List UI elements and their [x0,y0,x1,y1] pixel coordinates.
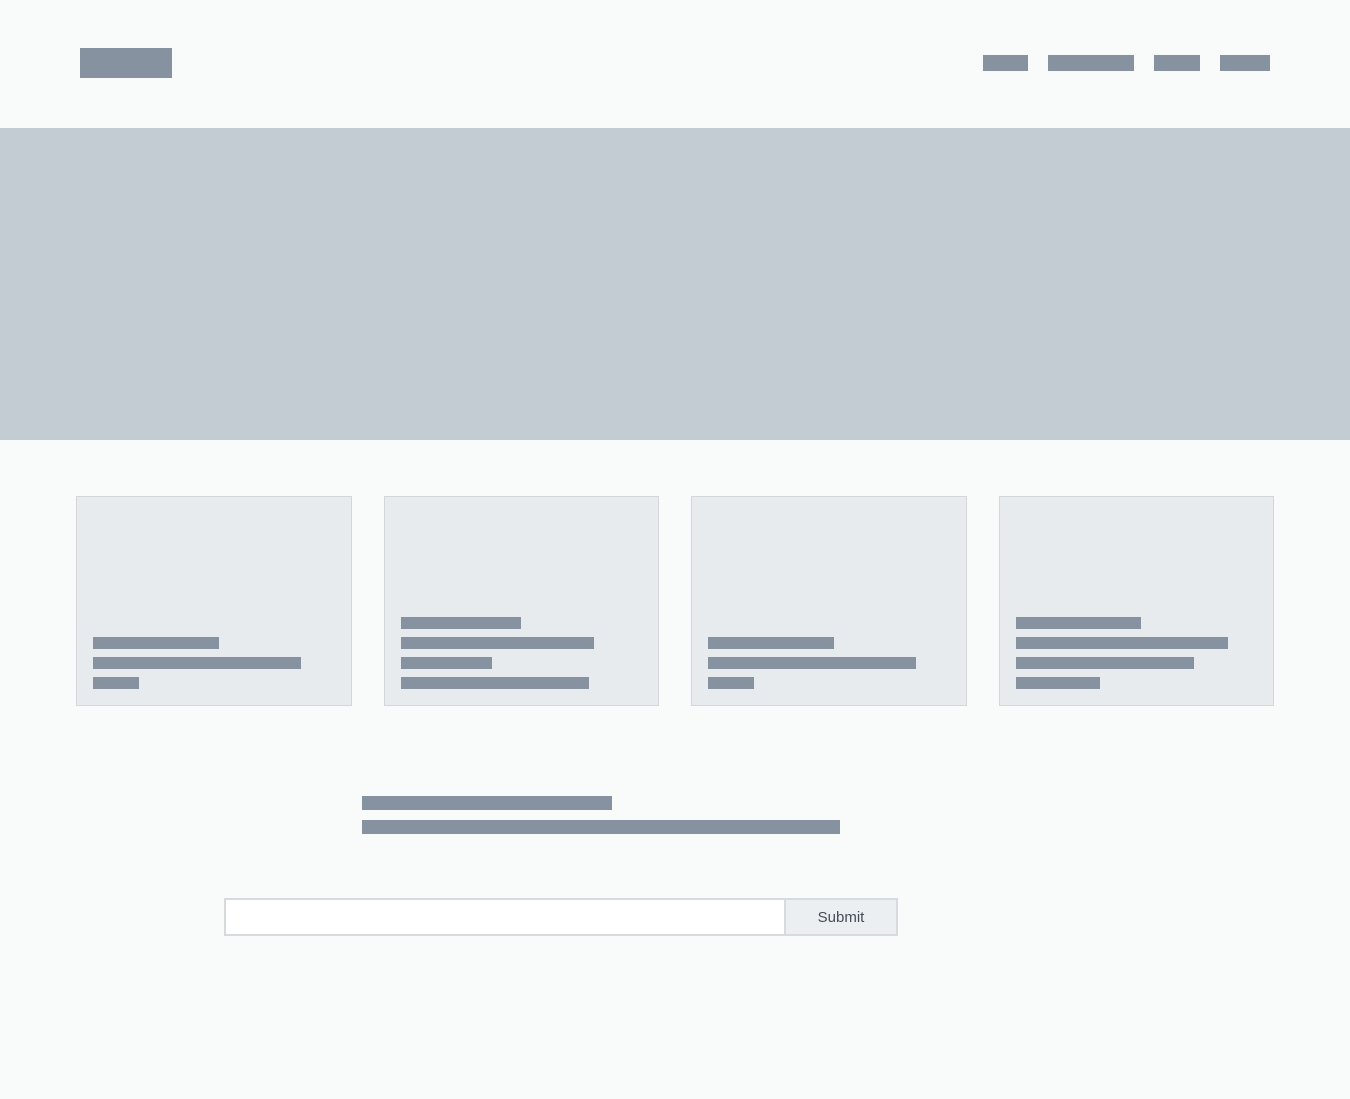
card-text-placeholder [401,617,643,689]
nav-item-3[interactable] [1154,55,1200,71]
form-row: Submit [0,898,1350,936]
card-text-placeholder [1016,617,1258,689]
header [0,0,1350,128]
card-4[interactable] [999,496,1275,706]
card-1[interactable] [76,496,352,706]
nav-item-2[interactable] [1048,55,1134,71]
section-text-placeholder [0,796,1350,844]
card-3[interactable] [691,496,967,706]
nav-item-1[interactable] [983,55,1028,71]
text-input[interactable] [224,898,786,936]
logo-placeholder [80,48,172,78]
top-nav [983,55,1270,71]
card-text-placeholder [93,637,335,689]
card-text-placeholder [708,637,950,689]
card-2[interactable] [384,496,660,706]
submit-button[interactable]: Submit [786,898,898,936]
card-row [0,440,1350,706]
nav-item-4[interactable] [1220,55,1270,71]
hero-image-placeholder [0,128,1350,440]
